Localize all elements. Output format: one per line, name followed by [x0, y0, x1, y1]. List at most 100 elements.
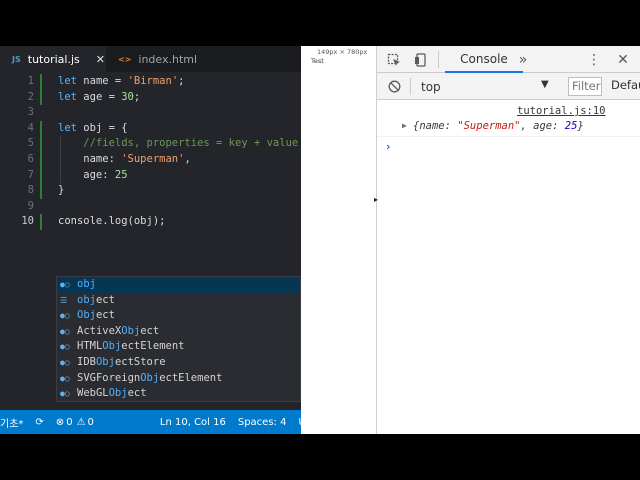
suggestion-text: obj — [77, 293, 96, 306]
close-tab-icon[interactable]: ✕ — [96, 53, 105, 66]
suggestion-text: Obj — [77, 309, 96, 322]
code-line[interactable]: let obj = { — [58, 121, 128, 137]
suggestion-text: ActiveX — [77, 324, 122, 337]
mouse-cursor-icon: ▸ — [374, 195, 379, 204]
line-number: 4 — [27, 121, 34, 134]
suggestion-text: Obj — [121, 324, 141, 337]
tab-label: index.html — [138, 52, 198, 66]
context-select[interactable]: top — [421, 78, 557, 95]
code-line[interactable]: console.log(obj); — [58, 214, 165, 230]
tab-tutorial-js[interactable]: JS tutorial.js ✕ — [0, 46, 106, 72]
suggestion-item[interactable]: ●○ SVGForeign Obj ectElement — [57, 371, 300, 387]
code-token: console.log(obj); — [58, 215, 166, 228]
tab-label: tutorial.js — [27, 52, 80, 66]
code-editor: JS tutorial.js ✕ <> index.html 1 let name… — [0, 46, 301, 434]
suggestion-item[interactable]: ●○ Obj ect — [57, 308, 300, 324]
toolbar-divider — [438, 51, 439, 68]
code-token: age = — [83, 90, 122, 103]
suggestion-text: obj — [77, 278, 96, 290]
page-text: Test — [311, 57, 324, 65]
clear-console-icon[interactable] — [385, 73, 403, 100]
status-bar: 기초* ⟳ ⊗ 0 ⚠ 0 Ln 10, Col 16 Spaces: 4 U — [0, 410, 301, 434]
console-log-entry[interactable]: ▶ {name: "Superman", age: 25} — [377, 118, 640, 137]
code-token: , — [184, 153, 191, 165]
line-number: 10 — [21, 215, 34, 228]
line-number: 9 — [27, 199, 34, 212]
keyword-snippet-icon: ☰ — [60, 295, 68, 305]
code-token: let — [58, 121, 84, 134]
suggestion-item[interactable]: ●○ IDB Obj ectStore — [57, 355, 300, 371]
error-icon[interactable]: ⊗ — [56, 417, 64, 428]
code-token: name: — [58, 153, 122, 165]
indentation-setting[interactable]: Spaces: 4 — [238, 417, 287, 428]
suggestion-text: IDB — [77, 355, 96, 368]
suggestion-text: Obj — [108, 387, 128, 400]
suggestion-item[interactable]: ●○ HTML Obj ectElement — [57, 339, 300, 355]
suggestion-text: ect — [95, 293, 115, 306]
suggestion-item[interactable]: ●○ obj — [57, 277, 300, 293]
inspect-element-icon[interactable] — [383, 46, 405, 73]
suggestion-text: ect — [140, 324, 160, 337]
autocomplete-suggestions[interactable]: ●○ obj ☰ obj ect ●○ Obj ect ●○ ActiveX Obj ect ●○ HTM… — [56, 276, 301, 402]
code-token: //fields, properties = key + value — [58, 137, 299, 150]
suggestion-text: ectElement — [121, 340, 185, 353]
code-token: obj = { — [83, 121, 128, 134]
code-token: let — [58, 75, 84, 87]
git-change-marker — [40, 121, 42, 199]
brace: } — [577, 120, 584, 132]
console-filter-bar: top ▼ Filter Default — [377, 73, 640, 100]
cursor-position[interactable]: Ln 10, Col 16 — [160, 417, 226, 428]
code-token: name = — [83, 75, 128, 87]
code-line[interactable]: //fields, properties = key + value — [58, 136, 298, 152]
variable-symbol-icon: ●○ — [60, 389, 70, 399]
code-line[interactable]: let age = 30; — [58, 90, 140, 106]
devtools-toolbar: Console » ⋮ ✕ — [377, 46, 640, 73]
tab-console[interactable]: Console — [445, 46, 523, 73]
code-token: 30 — [121, 90, 134, 103]
code-line[interactable]: let name = 'Birman'; — [58, 74, 184, 90]
sync-icon[interactable]: ⟳ — [35, 417, 43, 428]
variable-symbol-icon: ●○ — [60, 311, 70, 321]
line-number: 8 — [27, 184, 34, 197]
editor-tab-bar: JS tutorial.js ✕ <> index.html — [0, 46, 301, 72]
device-toolbar-icon[interactable] — [410, 46, 432, 73]
git-change-marker — [40, 74, 42, 105]
variable-symbol-icon: ●○ — [60, 342, 70, 352]
variable-symbol-icon: ●○ — [60, 326, 70, 336]
console-filter-input[interactable]: Filter — [568, 77, 602, 96]
line-number: 3 — [27, 106, 34, 119]
suggestion-text: HTML — [77, 340, 103, 353]
error-count: 0 — [66, 416, 73, 428]
object-key: name — [419, 120, 445, 132]
kebab-menu-icon[interactable]: ⋮ — [586, 46, 602, 73]
suggestion-item[interactable]: ●○ ActiveX Obj ect — [57, 324, 300, 340]
devtools-panel: Console » ⋮ ✕ top ▼ Filter Default tutor… — [377, 46, 640, 434]
html-file-icon: <> — [118, 54, 132, 64]
suggestion-item[interactable]: ☰ obj ect — [57, 293, 300, 309]
expand-triangle-icon[interactable]: ▶ — [402, 121, 407, 130]
tab-index-html[interactable]: <> index.html — [106, 46, 226, 72]
log-levels-select[interactable]: Default — [611, 78, 640, 92]
viewport-size-label: 149px × 780px — [317, 48, 368, 56]
source-link[interactable]: tutorial.js:10 — [517, 105, 606, 117]
code-token: 'Birman' — [127, 75, 179, 87]
console-prompt[interactable]: › — [386, 140, 391, 153]
code-line[interactable]: } — [58, 183, 64, 199]
toolbar-divider — [410, 78, 411, 95]
git-branch[interactable]: 기초* — [0, 415, 23, 430]
warning-icon[interactable]: ⚠ — [77, 417, 86, 428]
close-devtools-icon[interactable]: ✕ — [613, 46, 633, 73]
line-number: 6 — [27, 153, 34, 165]
dropdown-arrow-icon[interactable]: ▼ — [541, 79, 549, 90]
logged-object[interactable]: {name: "Superman", age: 25} — [413, 120, 584, 132]
suggestion-item[interactable]: ●○ WebGL Obj ect — [57, 386, 300, 401]
more-tabs-icon[interactable]: » — [514, 46, 532, 73]
suggestion-text: WebGL — [77, 387, 109, 400]
object-value: "Superman" — [457, 120, 521, 132]
code-token: } — [58, 184, 65, 197]
code-line[interactable]: age: 25 — [58, 168, 127, 184]
variable-symbol-icon: ●○ — [60, 373, 70, 383]
code-line[interactable]: name: 'Superman', — [58, 152, 191, 168]
object-key: age — [533, 120, 553, 132]
variable-symbol-icon: ●○ — [60, 357, 70, 367]
